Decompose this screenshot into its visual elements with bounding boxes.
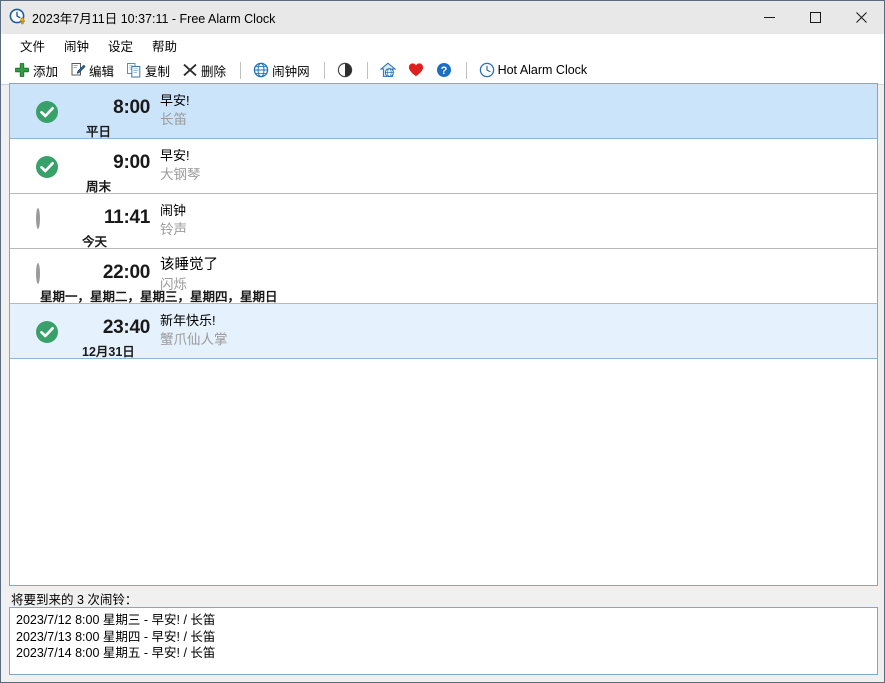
clock-outline-icon [479,62,495,78]
table-row[interactable]: 9:00 周末 早安! 大钢琴 [10,139,877,194]
heart-icon [408,62,424,78]
plus-icon [14,62,30,78]
menu-alarm-label: 闹钟 [64,39,90,54]
minimize-button[interactable] [746,1,792,33]
titlebar: 2023年7月11日 10:37:11 - Free Alarm Clock [1,1,884,34]
toolbar-alarm-web-label: 闹钟网 [272,64,310,79]
list-item[interactable]: 2023/7/14 8:00 星期五 - 早安! / 长笛 [16,645,871,662]
window-title: 2023年7月11日 10:37:11 - Free Alarm Clock [32,11,276,26]
alarm-days: 周末 [86,180,112,194]
check-circle-icon[interactable] [35,100,59,124]
toolbar-edit[interactable]: 编辑 [65,58,119,82]
menu-settings-label: 设定 [108,39,134,54]
svg-text:?: ? [440,65,447,77]
toolbar-copy-label: 复制 [145,64,171,79]
toolbar-delete-label: 删除 [201,64,227,79]
free-alarm-clock-window: 2023年7月11日 10:37:11 - Free Alarm Clock 文… [0,0,885,683]
alarm-title: 早安! [160,93,190,108]
list-item[interactable]: 2023/7/13 8:00 星期四 - 早安! / 长笛 [16,629,871,646]
toolbar-hot-alarm-clock-label: Hot Alarm Clock [497,63,588,77]
home-globe-icon [379,62,396,78]
toolbar-help[interactable]: ? [431,58,457,82]
alarm-list[interactable]: 8:00 平日 早安! 长笛 9:00 周末 早安! 大钢琴 11:41 今天 … [9,83,878,586]
menu-help[interactable]: 帮助 [143,34,186,57]
menu-file[interactable]: 文件 [11,34,54,57]
empty-circle-icon[interactable] [35,208,59,234]
menu-alarm[interactable]: 闹钟 [55,34,98,57]
alarm-days: 12月31日 [82,345,135,359]
alarm-time: 23:40 [102,317,150,338]
toolbar-separator-4 [465,61,467,79]
alarm-sound: 长笛 [160,112,187,127]
alarm-days: 今天 [82,235,108,249]
list-item[interactable]: 2023/7/12 8:00 星期三 - 早安! / 长笛 [16,612,871,629]
edit-pencil-icon [70,62,86,78]
toolbar-donate[interactable] [403,58,429,82]
alarm-time: 22:00 [102,262,150,283]
table-row[interactable]: 22:00 星期一，星期二，星期三，星期四，星期日 该睡觉了 闪烁 [10,249,877,304]
contrast-circle-icon [337,62,353,78]
globe-icon [253,62,269,78]
menu-help-label: 帮助 [152,39,178,54]
alarm-time: 9:00 [113,152,150,173]
alarm-title: 新年快乐! [160,313,216,328]
alarm-time: 8:00 [113,97,150,118]
delete-x-icon [182,62,198,78]
menubar: 文件 闹钟 设定 帮助 [1,34,884,56]
upcoming-alarms-label: 将要到来的 3 次闹铃： [11,593,138,607]
toolbar-copy[interactable]: 复制 [121,58,175,82]
table-row[interactable]: 23:40 12月31日 新年快乐! 蟹爪仙人掌 [10,304,877,359]
table-row[interactable]: 8:00 平日 早安! 长笛 [10,84,877,139]
close-button[interactable] [838,1,884,33]
upcoming-alarms-list[interactable]: 2023/7/12 8:00 星期三 - 早安! / 长笛 2023/7/13 … [9,607,878,675]
alarm-days: 平日 [86,125,112,139]
check-circle-icon[interactable] [35,320,59,344]
alarm-sound: 铃声 [160,222,187,237]
alarm-title: 早安! [160,148,190,163]
toolbar-add[interactable]: 添加 [9,58,63,82]
toolbar-delete[interactable]: 删除 [177,58,231,82]
menu-settings[interactable]: 设定 [99,34,142,57]
alarm-title: 该睡觉了 [160,257,218,273]
toolbar-hot-alarm-clock[interactable]: Hot Alarm Clock [474,58,593,82]
window-controls [746,1,884,33]
toolbar: 添加 编辑 复制 删除 闹钟网 ? Hot Alarm Clock [1,56,884,85]
alarm-title: 闹钟 [160,203,187,218]
alarm-time: 11:41 [103,207,150,228]
toolbar-separator-1 [240,61,242,79]
menu-file-label: 文件 [20,39,46,54]
toolbar-contrast[interactable] [332,58,358,82]
question-help-icon: ? [436,62,452,78]
alarm-sound: 大钢琴 [160,167,201,182]
toolbar-alarm-web[interactable]: 闹钟网 [248,58,315,82]
alarm-sound: 蟹爪仙人掌 [160,332,228,347]
check-circle-icon[interactable] [35,155,59,179]
alarm-days: 星期一，星期二，星期三，星期四，星期日 [40,290,278,304]
app-clock-bell-icon [9,8,27,26]
toolbar-add-label: 添加 [33,64,59,79]
toolbar-separator-2 [323,61,325,79]
toolbar-homepage[interactable] [375,58,401,82]
maximize-button[interactable] [792,1,838,33]
toolbar-edit-label: 编辑 [89,64,115,79]
toolbar-separator-3 [366,61,368,79]
copy-icon [126,62,142,78]
table-row[interactable]: 11:41 今天 闹钟 铃声 [10,194,877,249]
alarm-sound: 闪烁 [160,277,187,292]
